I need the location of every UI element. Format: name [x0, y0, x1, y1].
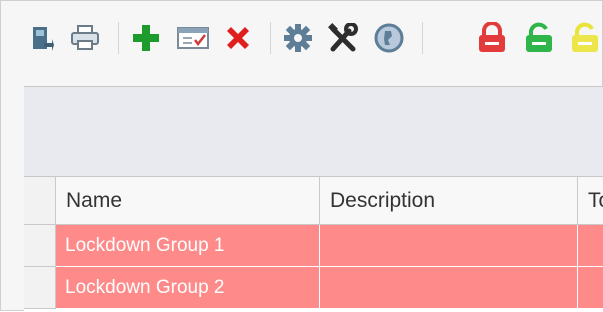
table-cell-description[interactable]: [320, 225, 578, 267]
row-header-corner: [24, 177, 56, 225]
globe-icon[interactable]: [372, 18, 406, 58]
data-grid: Name Description To Lockdown Group 1 Loc…: [24, 176, 603, 312]
lock-yellow-icon[interactable]: [568, 18, 602, 58]
table-cell-description[interactable]: [320, 267, 578, 309]
toolbar-separator: [422, 22, 423, 54]
calendar-check-icon[interactable]: [175, 18, 211, 58]
table-cell-to[interactable]: [578, 267, 603, 309]
delete-icon[interactable]: [222, 18, 254, 58]
tools-icon[interactable]: [326, 18, 360, 58]
table-cell-name[interactable]: Lockdown Group 2: [56, 267, 320, 309]
table-cell-to[interactable]: [578, 225, 603, 267]
table-cell-name[interactable]: Lockdown Group 1: [56, 225, 320, 267]
lock-green-icon[interactable]: [522, 18, 556, 58]
add-icon[interactable]: [130, 18, 162, 58]
column-header-to[interactable]: To: [578, 177, 603, 225]
column-header-name[interactable]: Name: [56, 177, 320, 225]
row-selector[interactable]: [24, 267, 56, 309]
toolbar: [0, 0, 603, 78]
lock-red-icon[interactable]: [475, 18, 509, 58]
toolbar-separator: [118, 22, 119, 54]
grouping-panel: [24, 86, 603, 177]
column-header-description[interactable]: Description: [320, 177, 578, 225]
export-icon[interactable]: [30, 18, 54, 58]
print-icon[interactable]: [70, 18, 100, 58]
row-selector[interactable]: [24, 225, 56, 267]
toolbar-separator: [270, 22, 271, 54]
settings-gear-icon[interactable]: [282, 18, 314, 58]
